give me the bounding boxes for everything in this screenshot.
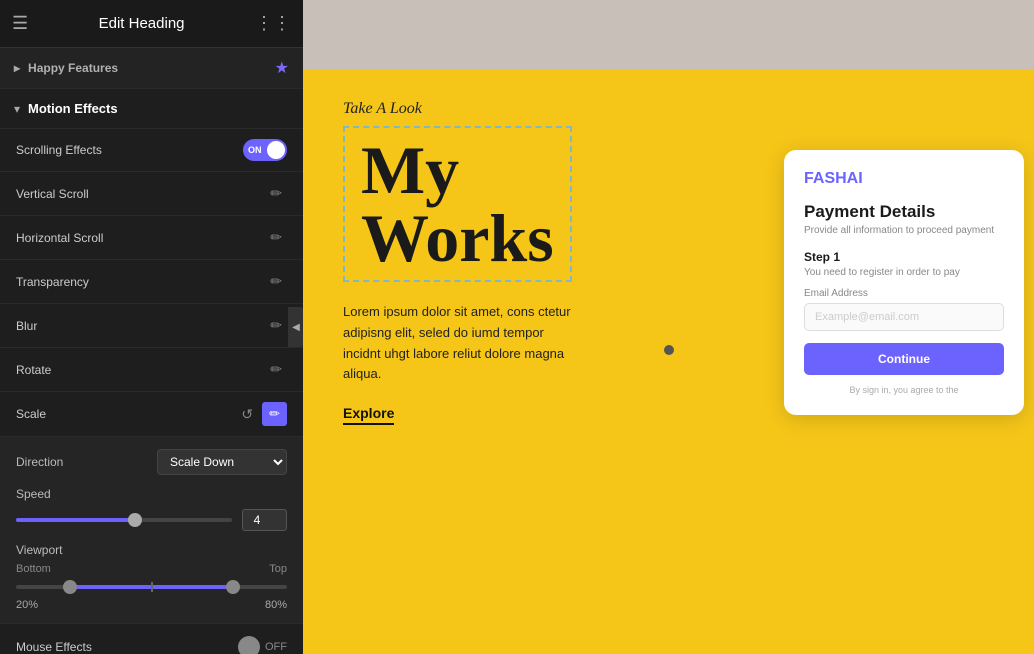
scrolling-effects-row: Scrolling Effects ON bbox=[0, 129, 303, 172]
explore-link[interactable]: Explore bbox=[343, 405, 394, 425]
panel-header: ☰ Edit Heading ⋮⋮ bbox=[0, 0, 303, 48]
blur-label: Blur bbox=[16, 319, 37, 333]
blur-edit-btn[interactable]: ✏ bbox=[265, 314, 287, 337]
transparency-label: Transparency bbox=[16, 275, 89, 289]
viewport-label: Viewport bbox=[16, 543, 62, 557]
step-label: Step 1 bbox=[804, 250, 1004, 264]
horizontal-scroll-edit-btn[interactable]: ✏ bbox=[265, 226, 287, 249]
take-a-look-text: Take A Look bbox=[343, 100, 994, 118]
toggle-on-label: ON bbox=[248, 145, 262, 155]
logo-part2: HAI bbox=[835, 170, 863, 187]
speed-section: Speed 4 bbox=[16, 487, 287, 531]
viewport-range-thumb-right[interactable] bbox=[226, 580, 240, 594]
speed-input[interactable]: 4 bbox=[242, 509, 287, 531]
scrolling-effects-label: Scrolling Effects bbox=[16, 143, 102, 157]
mouse-effects-toggle[interactable]: OFF bbox=[238, 636, 287, 654]
viewport-right-val: 80% bbox=[265, 599, 287, 611]
left-panel: ☰ Edit Heading ⋮⋮ ▸ Happy Features ★ ▾ M… bbox=[0, 0, 303, 654]
toggle-off-circle bbox=[238, 636, 260, 654]
horizontal-scroll-row: Horizontal Scroll ✏ bbox=[0, 216, 303, 260]
speed-slider-thumb[interactable] bbox=[128, 513, 142, 527]
email-input-fake: Example@email.com bbox=[804, 303, 1004, 331]
viewport-header: Viewport bbox=[16, 543, 287, 557]
toggle-off-label: OFF bbox=[265, 641, 287, 653]
viewport-left-val: 20% bbox=[16, 599, 38, 611]
vertical-scroll-label: Vertical Scroll bbox=[16, 187, 89, 201]
blur-row: Blur ✏ bbox=[0, 304, 303, 348]
continue-button[interactable]: Continue bbox=[804, 343, 1004, 375]
top-gray-bar bbox=[303, 0, 1034, 70]
speed-row: 4 bbox=[16, 509, 287, 531]
grid-icon[interactable]: ⋮⋮ bbox=[255, 13, 291, 34]
speed-slider-track[interactable] bbox=[16, 518, 232, 522]
email-label: Email Address bbox=[804, 288, 1004, 299]
rotate-label: Rotate bbox=[16, 363, 51, 377]
mouse-effects-row: Mouse Effects OFF bbox=[0, 624, 303, 654]
transparency-row: Transparency ✏ bbox=[0, 260, 303, 304]
viewport-range-center-line bbox=[151, 582, 153, 592]
payment-card: FASHAI Payment Details Provide all infor… bbox=[784, 150, 1024, 415]
my-works-text: MyWorks bbox=[361, 136, 554, 272]
viewport-bottom-label: Bottom bbox=[16, 563, 51, 575]
panel-title: Edit Heading bbox=[28, 15, 255, 32]
scale-label: Scale bbox=[16, 407, 46, 421]
motion-effects-section-header[interactable]: ▾ Motion Effects bbox=[0, 89, 303, 129]
yellow-section: Take A Look MyWorks Lorem ipsum dolor si… bbox=[303, 70, 1034, 654]
hamburger-icon[interactable]: ☰ bbox=[12, 13, 28, 34]
motion-effects-label: Motion Effects bbox=[28, 101, 118, 116]
star-icon: ★ bbox=[275, 58, 289, 78]
collapse-handle[interactable]: ◀ bbox=[288, 307, 303, 347]
rotate-row: Rotate ✏ bbox=[0, 348, 303, 392]
vertical-scroll-edit-btn[interactable]: ✏ bbox=[265, 182, 287, 205]
step-desc: You need to register in order to pay bbox=[804, 267, 1004, 278]
scale-row-icons: ↺ ✏ bbox=[238, 402, 287, 426]
direction-label: Direction bbox=[16, 455, 63, 469]
viewport-range-thumb-left[interactable] bbox=[63, 580, 77, 594]
direction-form-row: Direction Scale Down Scale Up Custom bbox=[16, 449, 287, 475]
sign-in-text: By sign in, you agree to the bbox=[804, 385, 1004, 395]
scale-edit-btn[interactable]: ✏ bbox=[262, 402, 287, 426]
mouse-effects-label: Mouse Effects bbox=[16, 640, 92, 654]
happy-features-label: ▸ Happy Features bbox=[14, 61, 118, 75]
chevron-right-icon: ▸ bbox=[14, 61, 20, 75]
payment-subtitle: Provide all information to proceed payme… bbox=[804, 225, 1004, 236]
fashai-logo: FASHAI bbox=[804, 170, 1004, 188]
viewport-values: 20% 80% bbox=[16, 599, 287, 611]
lorem-text: Lorem ipsum dolor sit amet, cons ctetur … bbox=[343, 302, 583, 385]
vertical-scroll-row: Vertical Scroll ✏ bbox=[0, 172, 303, 216]
speed-label: Speed bbox=[16, 487, 287, 501]
viewport-section: Viewport Bottom Top 20% 80% bbox=[16, 543, 287, 611]
viewport-top-label: Top bbox=[269, 563, 287, 575]
direction-select[interactable]: Scale Down Scale Up Custom bbox=[157, 449, 287, 475]
scale-expanded-section: Direction Scale Down Scale Up Custom Spe… bbox=[0, 437, 303, 624]
payment-title: Payment Details bbox=[804, 202, 1004, 222]
collapse-arrow-icon: ◀ bbox=[292, 322, 300, 333]
transparency-edit-btn[interactable]: ✏ bbox=[265, 270, 287, 293]
panel-content: Scrolling Effects ON Vertical Scroll ✏ H… bbox=[0, 129, 303, 654]
rotate-edit-btn[interactable]: ✏ bbox=[265, 358, 287, 381]
viewport-range-track[interactable] bbox=[16, 585, 287, 589]
cursor-dot bbox=[664, 345, 674, 355]
chevron-down-icon: ▾ bbox=[14, 102, 20, 116]
scrolling-effects-toggle[interactable]: ON bbox=[243, 139, 287, 161]
speed-slider-fill bbox=[16, 518, 135, 522]
scale-row: Scale ↺ ✏ bbox=[0, 392, 303, 437]
scale-reset-btn[interactable]: ↺ bbox=[238, 403, 256, 426]
right-panel: Take A Look MyWorks Lorem ipsum dolor si… bbox=[303, 0, 1034, 654]
horizontal-scroll-label: Horizontal Scroll bbox=[16, 231, 103, 245]
logo-part1: FAS bbox=[804, 170, 835, 187]
my-works-box[interactable]: MyWorks bbox=[343, 126, 572, 282]
happy-features-row[interactable]: ▸ Happy Features ★ bbox=[0, 48, 303, 89]
